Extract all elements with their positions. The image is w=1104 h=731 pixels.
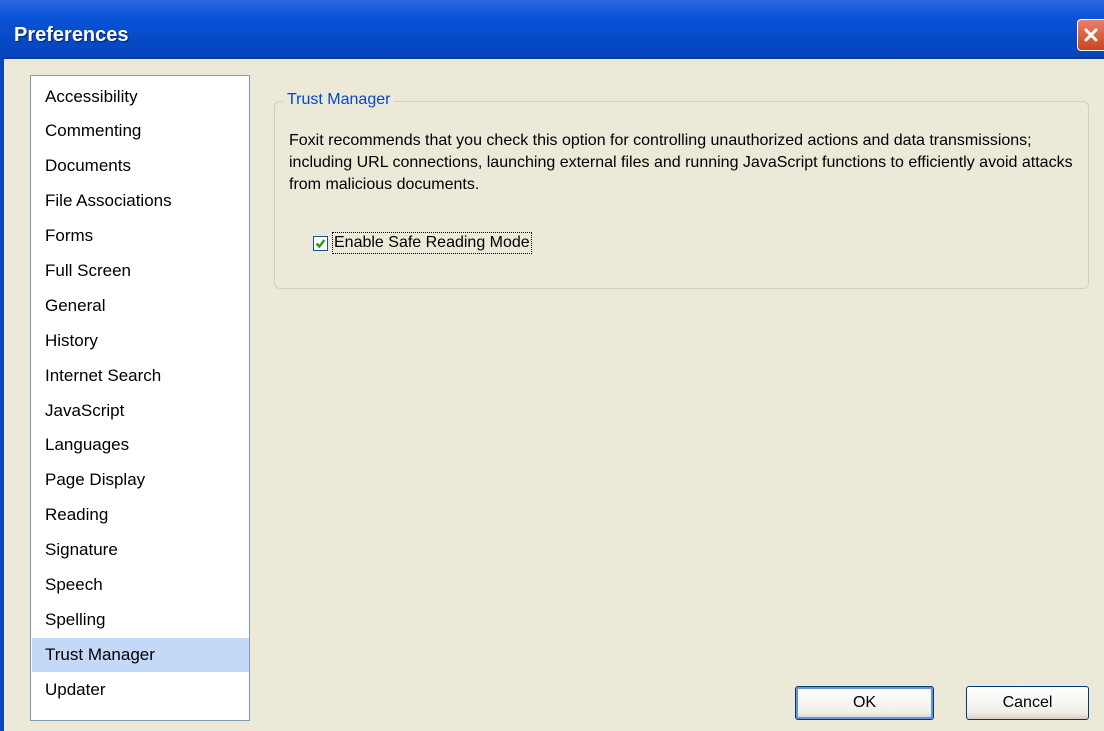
category-item-languages[interactable]: Languages bbox=[32, 428, 249, 462]
close-button[interactable] bbox=[1077, 19, 1104, 51]
safe-reading-checkbox[interactable] bbox=[313, 235, 328, 251]
category-item-speech[interactable]: Speech bbox=[32, 568, 249, 602]
category-item-trust-manager[interactable]: Trust Manager bbox=[32, 638, 249, 672]
window-left-border bbox=[0, 59, 4, 731]
safe-reading-checkbox-row[interactable]: Enable Safe Reading Mode bbox=[313, 231, 532, 255]
category-item-page-display[interactable]: Page Display bbox=[32, 463, 249, 497]
checkmark-icon bbox=[315, 238, 326, 248]
category-item-documents[interactable]: Documents bbox=[32, 149, 249, 183]
category-item-history[interactable]: History bbox=[32, 324, 249, 358]
category-item-general[interactable]: General bbox=[32, 289, 249, 323]
group-legend: Trust Manager bbox=[283, 90, 395, 110]
safe-reading-label[interactable]: Enable Safe Reading Mode bbox=[332, 232, 532, 254]
category-item-reading[interactable]: Reading bbox=[32, 498, 249, 532]
title-bar[interactable]: Preferences bbox=[0, 0, 1104, 59]
window-title: Preferences bbox=[14, 24, 129, 46]
trust-manager-description: Foxit recommends that you check this opt… bbox=[289, 132, 1073, 193]
category-item-signature[interactable]: Signature bbox=[32, 533, 249, 567]
category-item-accessibility[interactable]: Accessibility bbox=[32, 80, 249, 114]
category-item-internet-search[interactable]: Internet Search bbox=[32, 359, 249, 393]
category-list[interactable]: Accessibility Commenting Documents File … bbox=[30, 75, 250, 721]
category-item-full-screen[interactable]: Full Screen bbox=[32, 254, 249, 288]
close-icon bbox=[1084, 28, 1098, 42]
category-item-spelling[interactable]: Spelling bbox=[32, 603, 249, 637]
category-item-updater[interactable]: Updater bbox=[32, 673, 249, 707]
ok-button[interactable]: OK bbox=[795, 686, 934, 720]
category-item-javascript[interactable]: JavaScript bbox=[32, 394, 249, 428]
category-item-forms[interactable]: Forms bbox=[32, 219, 249, 253]
category-item-file-associations[interactable]: File Associations bbox=[32, 184, 249, 218]
category-item-commenting[interactable]: Commenting bbox=[32, 114, 249, 148]
cancel-button[interactable]: Cancel bbox=[966, 686, 1089, 720]
